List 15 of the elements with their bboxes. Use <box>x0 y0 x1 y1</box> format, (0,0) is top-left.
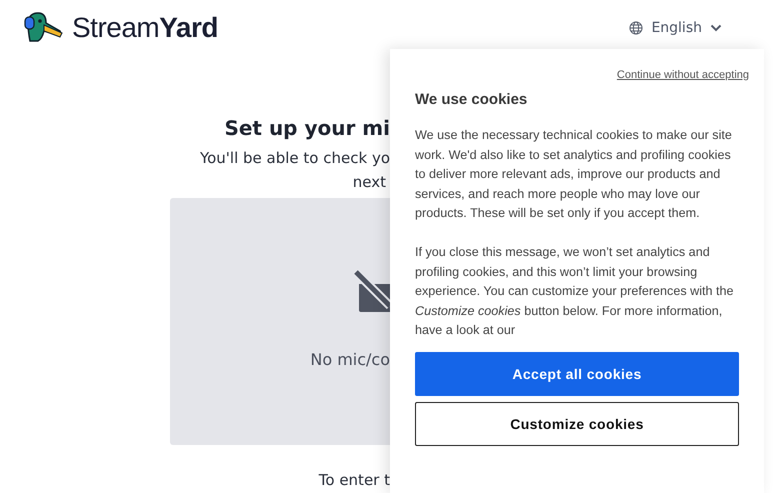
no-device-message: No mic/co <box>310 350 390 369</box>
chevron-down-icon[interactable] <box>710 24 722 32</box>
cookie-text: We use the necessary technical cookies to make our site work. We'd also like to set analytics and profiling cookies to deliver more relevant ads, improve our products and services, and reach more people who may love our products. These will be set only if you accept them. <box>415 127 733 222</box>
language-selector[interactable]: English <box>651 20 702 36</box>
customize-button[interactable]: Customize cookies <box>415 402 739 446</box>
setup-title: Set up your mi <box>224 116 390 140</box>
accept-all-button[interactable]: Accept all cookies <box>415 352 739 396</box>
setup-subtitle-continued: next <box>352 172 386 193</box>
setup-subtitle: You'll be able to check yo <box>200 148 390 169</box>
continue-without-accepting-link[interactable]: Continue without accepting <box>415 69 749 81</box>
cookie-title: We use cookies <box>415 91 528 108</box>
footer-text: To enter t <box>318 471 390 489</box>
cookie-text: If you close this message, we won’t set analytics and profiling cookies, and this won’t limit your browsing experience. You can customize your preferences with the Customize cookies button below. For more information, have a look at our <box>415 244 735 340</box>
logo-wordmark[interactable]: StreamYard <box>72 12 218 44</box>
globe-icon[interactable] <box>629 21 644 35</box>
